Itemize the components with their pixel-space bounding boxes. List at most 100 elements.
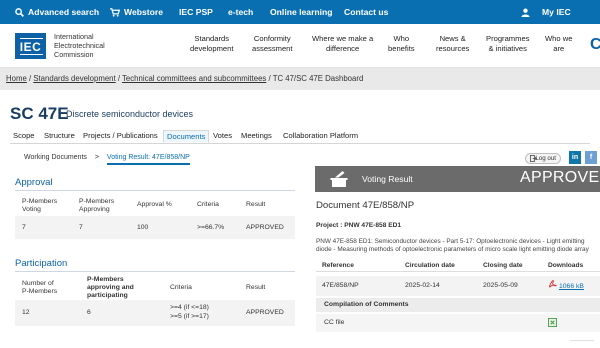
header-line: approving and — [87, 284, 134, 291]
nav-line-1: News & — [439, 34, 466, 43]
etech-label: e-tech — [228, 7, 254, 17]
nav-where-we-make-a-difference[interactable]: Where we make a difference — [312, 34, 373, 54]
logo-text: IEC — [19, 40, 42, 54]
header-criteria: Criteria — [170, 284, 192, 291]
iec-logo[interactable]: IEC — [15, 33, 46, 59]
nav-line-2: are — [553, 44, 565, 53]
my-iec-label: My IEC — [542, 7, 571, 17]
excel-file-icon[interactable] — [548, 318, 557, 327]
document-row: 47E/858/NP 2025-02-14 2025-05-09 1066 kB — [316, 276, 600, 296]
cell-criteria-2: >=5 (if >=17) — [170, 313, 209, 320]
approval-divider — [15, 190, 295, 191]
my-iec-link[interactable]: My IEC — [521, 0, 571, 24]
nav-line-2: assessment — [252, 44, 293, 53]
breadcrumb-standards[interactable]: Standards development — [33, 74, 115, 83]
cell-voting: 7 — [22, 224, 26, 231]
user-icon — [521, 8, 530, 18]
breadcrumb-home[interactable]: Home — [6, 74, 27, 83]
nav-news-resources[interactable]: News & resources — [436, 34, 469, 54]
header-line: Voting — [22, 206, 41, 213]
nav-who-benefits[interactable]: Who benefits — [388, 34, 415, 54]
cell-approving: 7 — [79, 224, 83, 231]
nav-standards-development[interactable]: Standards development — [190, 34, 233, 54]
document-subnav: Working Documents > Voting Result: 47E/8… — [24, 154, 190, 165]
participation-divider — [15, 271, 295, 272]
subnav-separator: > — [94, 154, 99, 161]
voting-result-label: Voting Result — [362, 174, 413, 184]
etech-link[interactable]: e-tech — [228, 0, 253, 24]
vote-status: APPROVED — [520, 169, 600, 186]
nav-line-2: & initiatives — [488, 44, 527, 53]
download-link[interactable]: 1066 kB — [559, 283, 584, 291]
nav-more-icon[interactable]: C — [590, 36, 600, 54]
cell-criteria-1: >=4 (if <=18) — [170, 304, 209, 311]
tab-collaboration-platform[interactable]: Collaboration Platform — [280, 130, 361, 143]
participation-title: Participation — [15, 258, 68, 269]
header-closing-date: Closing date — [483, 262, 523, 269]
project-label: Project : PNW 47E-858 ED1 — [316, 222, 402, 229]
header-pm-voting: P-Members Voting — [22, 198, 57, 214]
nav-programmes-initiatives[interactable]: Programmes & initiatives — [486, 34, 529, 54]
nav-line-2: resources — [436, 44, 470, 53]
cc-file-label: CC file — [324, 319, 345, 326]
header-circulation-date: Circulation date — [405, 262, 455, 269]
logout-button[interactable]: Log out — [525, 153, 561, 164]
tab-meetings[interactable]: Meetings — [238, 130, 275, 143]
iec-psp-link[interactable]: IEC PSP — [179, 0, 213, 24]
cc-file-row: CC file — [316, 314, 600, 332]
tab-projects-publications[interactable]: Projects / Publications — [80, 130, 161, 143]
compilation-label: Compilation of Comments — [324, 301, 409, 308]
webstore-label: Webstore — [124, 7, 163, 17]
pdf-icon[interactable] — [548, 279, 557, 288]
logo-rule-top — [20, 38, 43, 39]
header-criteria: Criteria — [197, 201, 219, 208]
nav-line-1: Conformity — [253, 34, 291, 43]
search-icon — [15, 8, 24, 18]
online-learning-label: Online learning — [270, 7, 333, 17]
breadcrumb: Home / Standards development / Technical… — [6, 68, 363, 90]
linkedin-icon[interactable]: in — [569, 151, 581, 164]
header-approval-pct: Approval % — [137, 201, 172, 208]
org-line-2: Electrotechnical — [54, 41, 105, 50]
nav-conformity-assessment[interactable]: Conformity assessment — [252, 34, 293, 54]
cell-criteria: >=66.7% — [197, 224, 225, 231]
org-line-3: Commission — [54, 50, 94, 59]
breadcrumb-current: TC 47/SC 47E Dashboard — [272, 74, 364, 83]
cell-circulation-date: 2025-02-14 — [405, 282, 440, 289]
breadcrumb-bar: Home / Standards development / Technical… — [0, 68, 600, 90]
header-pm-approving: P-Members Approving — [79, 198, 114, 214]
compilation-of-comments-header: Compilation of Comments — [316, 298, 600, 312]
participation-row: 12 6 >=4 (if <=18) >=5 (if >=17) APPROVE… — [15, 300, 295, 326]
organization-name: International Electrotechnical Commissio… — [54, 32, 144, 59]
logout-icon — [530, 155, 537, 162]
working-documents-link[interactable]: Working Documents — [24, 154, 87, 161]
breadcrumb-committees[interactable]: Technical committees and subcommittees — [122, 74, 266, 83]
org-line-1: International — [54, 32, 94, 41]
cell-participating: 6 — [87, 309, 91, 316]
header-line: P-Members — [22, 198, 58, 205]
cell-number: 12 — [22, 309, 30, 316]
document-description: PNW 47E-858 ED1: Semiconductor devices -… — [316, 238, 589, 253]
cell-result: APPROVED — [246, 309, 284, 316]
header-line: P-Members — [22, 288, 58, 295]
cart-icon — [110, 8, 121, 17]
nav-line-1: Who — [393, 34, 410, 43]
webstore-link[interactable]: Webstore — [110, 0, 163, 24]
nav-line-1: Programmes — [486, 34, 530, 43]
facebook-icon[interactable]: f — [585, 151, 597, 164]
contact-us-link[interactable]: Contact us — [344, 0, 388, 24]
tab-votes[interactable]: Votes — [210, 130, 235, 143]
header-downloads: Downloads — [548, 262, 584, 269]
nav-line-1: Who we — [545, 34, 573, 43]
nav-who-we-are[interactable]: Who we are — [545, 34, 572, 54]
advanced-search-link[interactable]: Advanced search — [15, 0, 99, 24]
nav-line-2: difference — [325, 44, 360, 53]
site-header: IEC International Electrotechnical Commi… — [0, 24, 600, 68]
logo-rule-bottom — [20, 54, 43, 55]
tab-documents[interactable]: Documents — [163, 130, 210, 143]
online-learning-link[interactable]: Online learning — [270, 0, 333, 24]
header-line: Approving — [79, 206, 110, 213]
voting-result-link[interactable]: Voting Result: 47E/858/NP — [106, 154, 190, 165]
tab-structure[interactable]: Structure — [41, 130, 78, 143]
tab-scope[interactable]: Scope — [10, 130, 38, 143]
